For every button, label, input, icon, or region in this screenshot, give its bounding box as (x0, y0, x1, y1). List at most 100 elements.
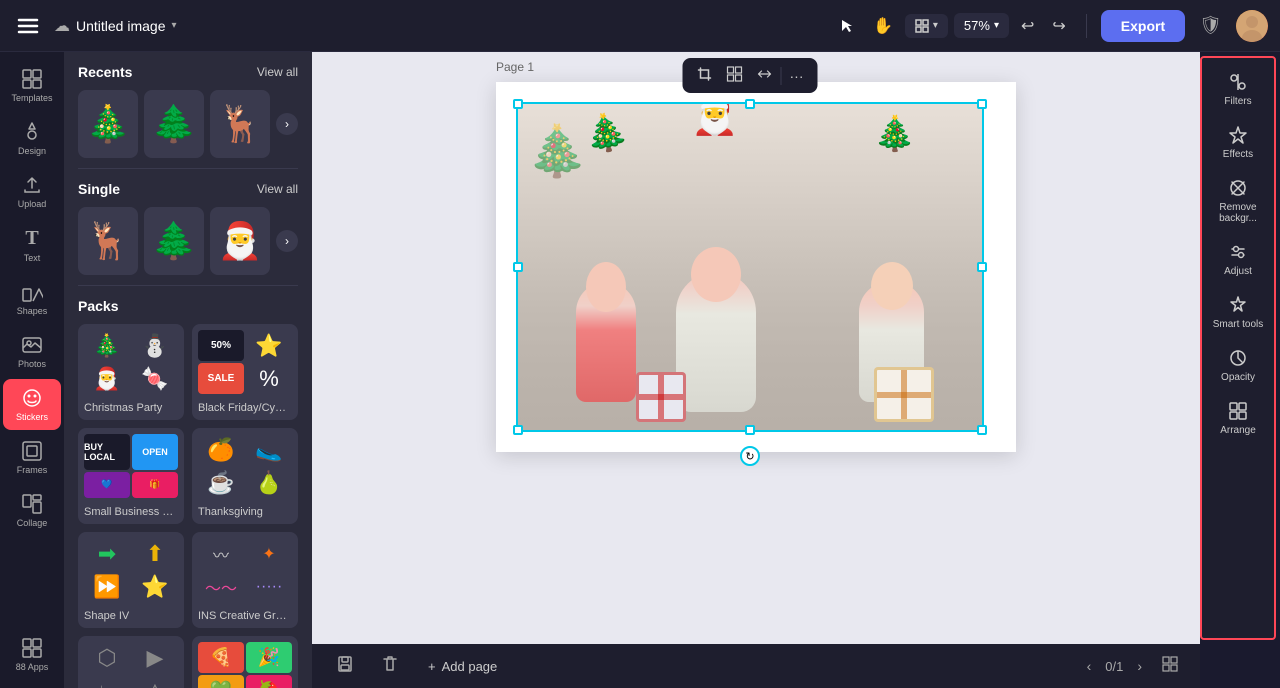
single-item-2[interactable]: 🌲 (144, 207, 204, 275)
panel-sidebar: Recents View all 🎄 🌲 🦌 › Single View all… (64, 52, 312, 688)
removebg-label: Remove backgr... (1208, 202, 1268, 224)
logo-icon[interactable] (12, 10, 44, 42)
zoom-value: 57% (964, 18, 990, 33)
canvas-wrapper: Page 1 (312, 52, 1200, 688)
right-panel-smarttools[interactable]: Smart tools (1204, 287, 1272, 338)
sidebar-design-label: Design (18, 146, 46, 156)
save-btn[interactable] (328, 651, 362, 682)
add-page-icon: + (428, 659, 436, 674)
single-view-all-btn[interactable]: View all (257, 182, 298, 196)
floating-toolbar: ··· (683, 58, 818, 93)
effects-label: Effects (1223, 149, 1253, 160)
bottom-bar: + Add page ‹ 0/1 › (312, 644, 1200, 688)
recents-view-all-btn[interactable]: View all (257, 65, 298, 79)
sidebar-item-photos[interactable]: Photos (3, 326, 61, 377)
sidebar-frames-label: Frames (17, 465, 48, 475)
selected-image-container[interactable]: ··· (516, 102, 984, 432)
page-indicator: 0/1 (1105, 659, 1123, 674)
canvas-bg[interactable]: ··· (496, 82, 1016, 452)
zoom-chevron-icon: ▾ (994, 20, 999, 31)
view-options-btn[interactable]: ▾ (905, 14, 948, 38)
pack-item-supermarket[interactable]: 🍕 🎉 💚 🍓 Supermarket (192, 636, 298, 688)
pack-smallbiz-label: Small Business Saturd... (78, 504, 184, 524)
right-panel-adjust[interactable]: Adjust (1204, 234, 1272, 285)
recent-item-1[interactable]: 🎄 (78, 90, 138, 158)
arrange-label: Arrange (1220, 425, 1256, 436)
sidebar-item-collage[interactable]: Collage (3, 485, 61, 536)
pack-christmas-label: Christmas Party (78, 400, 184, 420)
float-btn-grid[interactable] (721, 62, 749, 89)
add-page-btn[interactable]: + Add page (418, 655, 507, 678)
pack-item-blackimagination[interactable]: ⬡ ▶ ♩ △ Black Imagination (78, 636, 184, 688)
hat-sticker-2: 🎅 (691, 102, 738, 138)
pack-item-thanksgiving[interactable]: 🍊 🥿 ☕ 🍐 Thanksgiving (192, 428, 298, 524)
pack-item-blackfriday[interactable]: 50% ⭐ SALE % Black Friday/Cyber M... (192, 324, 298, 420)
export-btn[interactable]: Export (1101, 10, 1185, 42)
recents-title: Recents (78, 64, 132, 80)
right-panel-opacity[interactable]: Opacity (1204, 340, 1272, 391)
opacity-label: Opacity (1221, 372, 1255, 383)
packs-title: Packs (78, 298, 118, 314)
undo-btn[interactable]: ↩ (1015, 10, 1040, 42)
pack-item-christmas[interactable]: 🎄 ⛄ 🎅 🍬 Christmas Party (78, 324, 184, 420)
add-page-label: Add page (442, 659, 498, 674)
float-btn-flip[interactable] (751, 62, 779, 89)
adjust-label: Adjust (1224, 266, 1252, 277)
sidebar-shapes-label: Shapes (17, 306, 48, 316)
right-panel-removebg[interactable]: Remove backgr... (1204, 170, 1272, 232)
sidebar-item-apps[interactable]: 88 Apps (3, 629, 61, 680)
sidebar-collage-label: Collage (17, 518, 48, 528)
float-btn-more[interactable]: ··· (784, 64, 810, 88)
single-section-header: Single View all (64, 169, 312, 203)
hand-tool-btn[interactable]: ✋ (867, 10, 899, 42)
right-panel-effects[interactable]: Effects (1204, 117, 1272, 168)
sidebar-item-upload[interactable]: Upload (3, 166, 61, 217)
packs-grid: 🎄 ⛄ 🎅 🍬 Christmas Party 50% ⭐ SALE % Bla… (64, 320, 312, 688)
pack-item-shape-iv[interactable]: ➡ ⬆ ⏩ ⭐ Shape IV (78, 532, 184, 628)
toolbar-buttons: ✋ ▾ 57% ▾ ↩ ↪ (833, 10, 1072, 42)
select-tool-btn[interactable] (833, 12, 861, 40)
single-nav-arrow[interactable]: › (276, 230, 298, 252)
single-item-3[interactable]: 🎅 (210, 207, 270, 275)
cloud-icon: ☁ (54, 16, 70, 36)
sidebar-templates-label: Templates (11, 93, 52, 103)
canvas-image[interactable]: 🎄 🎄 🎅 🎄 (516, 102, 984, 432)
shield-btn[interactable]: 🛡 (1195, 11, 1226, 40)
recents-section-header: Recents View all (64, 52, 312, 86)
delete-btn[interactable] (374, 651, 406, 682)
redo-btn[interactable]: ↪ (1046, 10, 1071, 42)
sidebar-item-stickers[interactable]: Stickers (3, 379, 61, 430)
sidebar-item-design[interactable]: Design (3, 113, 61, 164)
pack-ins-label: INS Creative Graphics (192, 608, 298, 628)
hat-sticker-1: 🎄 (581, 108, 632, 157)
avatar[interactable] (1236, 10, 1268, 42)
right-panel-filters[interactable]: Filters (1204, 64, 1272, 115)
pack-item-smallbiz[interactable]: BUY LOCAL OPEN 💙 🎁 Small Business Saturd… (78, 428, 184, 524)
pack-item-ins[interactable]: 〰 ✦ 〜〜 ····· INS Creative Graphics (192, 532, 298, 628)
grid-view-btn[interactable] (1156, 654, 1184, 679)
float-btn-crop[interactable] (691, 62, 719, 89)
hat-sticker-3: 🎄 (874, 114, 916, 154)
sidebar-item-frames[interactable]: Frames (3, 432, 61, 483)
next-page-btn[interactable]: › (1131, 656, 1148, 676)
rotate-handle[interactable]: ↻ (740, 446, 760, 466)
recents-grid: 🎄 🌲 🦌 › (64, 86, 312, 168)
pack-shapeiv-label: Shape IV (78, 608, 184, 628)
view-options-chevron: ▾ (933, 20, 938, 31)
recent-item-3[interactable]: 🦌 (210, 90, 270, 158)
right-panel-arrange[interactable]: Arrange (1204, 393, 1272, 444)
single-title: Single (78, 181, 120, 197)
sidebar-text-label: Text (24, 253, 41, 263)
sidebar-item-text[interactable]: T Text (3, 219, 61, 271)
sidebar-item-shapes[interactable]: Shapes (3, 273, 61, 324)
prev-page-btn[interactable]: ‹ (1081, 656, 1098, 676)
recent-item-2[interactable]: 🌲 (144, 90, 204, 158)
single-item-1[interactable]: 🦌 (78, 207, 138, 275)
packs-section-header: Packs (64, 286, 312, 320)
file-name-area[interactable]: ☁ Untitled image ▾ (54, 16, 177, 36)
zoom-control-btn[interactable]: 57% ▾ (954, 13, 1009, 38)
pack-blackfriday-label: Black Friday/Cyber M... (192, 400, 298, 420)
recents-nav-arrow[interactable]: › (276, 113, 298, 135)
filters-label: Filters (1224, 96, 1251, 107)
sidebar-item-templates[interactable]: Templates (3, 60, 61, 111)
